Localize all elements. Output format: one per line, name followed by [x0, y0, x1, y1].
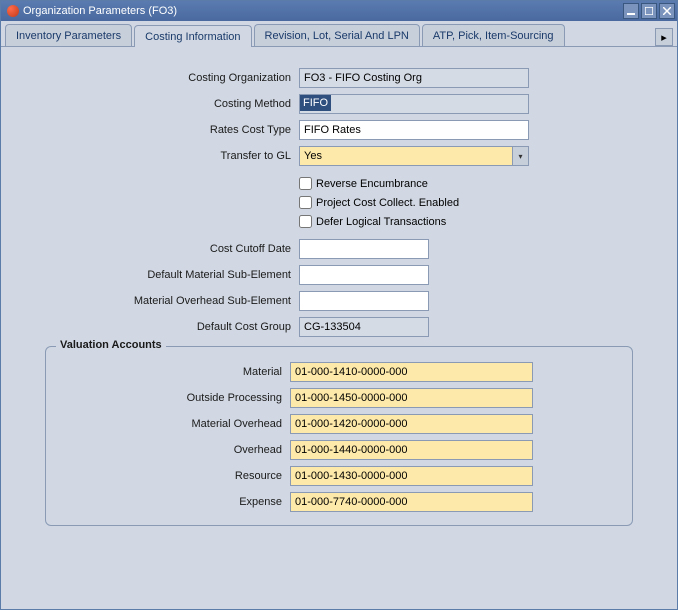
- reverse-encumbrance-checkbox[interactable]: [299, 177, 312, 190]
- rates-cost-type-field[interactable]: [299, 120, 529, 140]
- chevron-right-icon: ▸: [661, 31, 667, 44]
- default-cost-group-field[interactable]: [299, 317, 429, 337]
- mat-overhead-label: Material Overhead: [58, 418, 290, 430]
- costing-org-label: Costing Organization: [45, 72, 299, 84]
- tab-atp-pick-item-sourcing[interactable]: ATP, Pick, Item-Sourcing: [422, 24, 565, 46]
- material-field[interactable]: [290, 362, 533, 382]
- resource-field[interactable]: [290, 466, 533, 486]
- tab-scroll-right[interactable]: ▸: [655, 28, 673, 46]
- expense-label: Expense: [58, 496, 290, 508]
- default-material-sub-field[interactable]: [299, 265, 429, 285]
- cost-cutoff-label: Cost Cutoff Date: [45, 243, 299, 255]
- overhead-label: Overhead: [58, 444, 290, 456]
- content-pane: Costing Organization Costing Method FIFO…: [1, 47, 677, 544]
- expense-field[interactable]: [290, 492, 533, 512]
- valuation-accounts-group: Valuation Accounts Material Outside Proc…: [45, 346, 633, 526]
- defer-logical-label: Defer Logical Transactions: [316, 216, 446, 228]
- window-title: Organization Parameters (FO3): [23, 5, 177, 17]
- material-label: Material: [58, 366, 290, 378]
- outside-label: Outside Processing: [58, 392, 290, 404]
- tab-inventory-parameters[interactable]: Inventory Parameters: [5, 24, 132, 46]
- cost-cutoff-field[interactable]: [299, 239, 429, 259]
- app-window: Organization Parameters (FO3) Inventory …: [0, 0, 678, 610]
- project-cost-checkbox[interactable]: [299, 196, 312, 209]
- costing-method-value: FIFO: [300, 95, 331, 111]
- costing-method-label: Costing Method: [45, 98, 299, 110]
- tab-revision-lot-serial-lpn[interactable]: Revision, Lot, Serial And LPN: [254, 24, 420, 46]
- default-material-sub-label: Default Material Sub-Element: [45, 269, 299, 281]
- maximize-button[interactable]: [641, 3, 657, 19]
- costing-method-field[interactable]: FIFO: [299, 94, 529, 114]
- rates-cost-type-label: Rates Cost Type: [45, 124, 299, 136]
- close-button[interactable]: [659, 3, 675, 19]
- outside-field[interactable]: [290, 388, 533, 408]
- project-cost-label: Project Cost Collect. Enabled: [316, 197, 459, 209]
- tab-bar: Inventory Parameters Costing Information…: [1, 21, 677, 47]
- valuation-legend: Valuation Accounts: [56, 339, 166, 351]
- transfer-gl-label: Transfer to GL: [45, 150, 299, 162]
- tab-costing-information[interactable]: Costing Information: [134, 25, 251, 47]
- default-cost-group-label: Default Cost Group: [45, 321, 299, 333]
- resource-label: Resource: [58, 470, 290, 482]
- material-overhead-sub-field[interactable]: [299, 291, 429, 311]
- titlebar: Organization Parameters (FO3): [1, 1, 677, 21]
- overhead-field[interactable]: [290, 440, 533, 460]
- material-overhead-sub-label: Material Overhead Sub-Element: [45, 295, 299, 307]
- transfer-gl-select[interactable]: [299, 146, 529, 166]
- defer-logical-checkbox[interactable]: [299, 215, 312, 228]
- reverse-encumbrance-label: Reverse Encumbrance: [316, 178, 428, 190]
- app-icon: [7, 5, 19, 17]
- mat-overhead-field[interactable]: [290, 414, 533, 434]
- minimize-button[interactable]: [623, 3, 639, 19]
- costing-org-field[interactable]: [299, 68, 529, 88]
